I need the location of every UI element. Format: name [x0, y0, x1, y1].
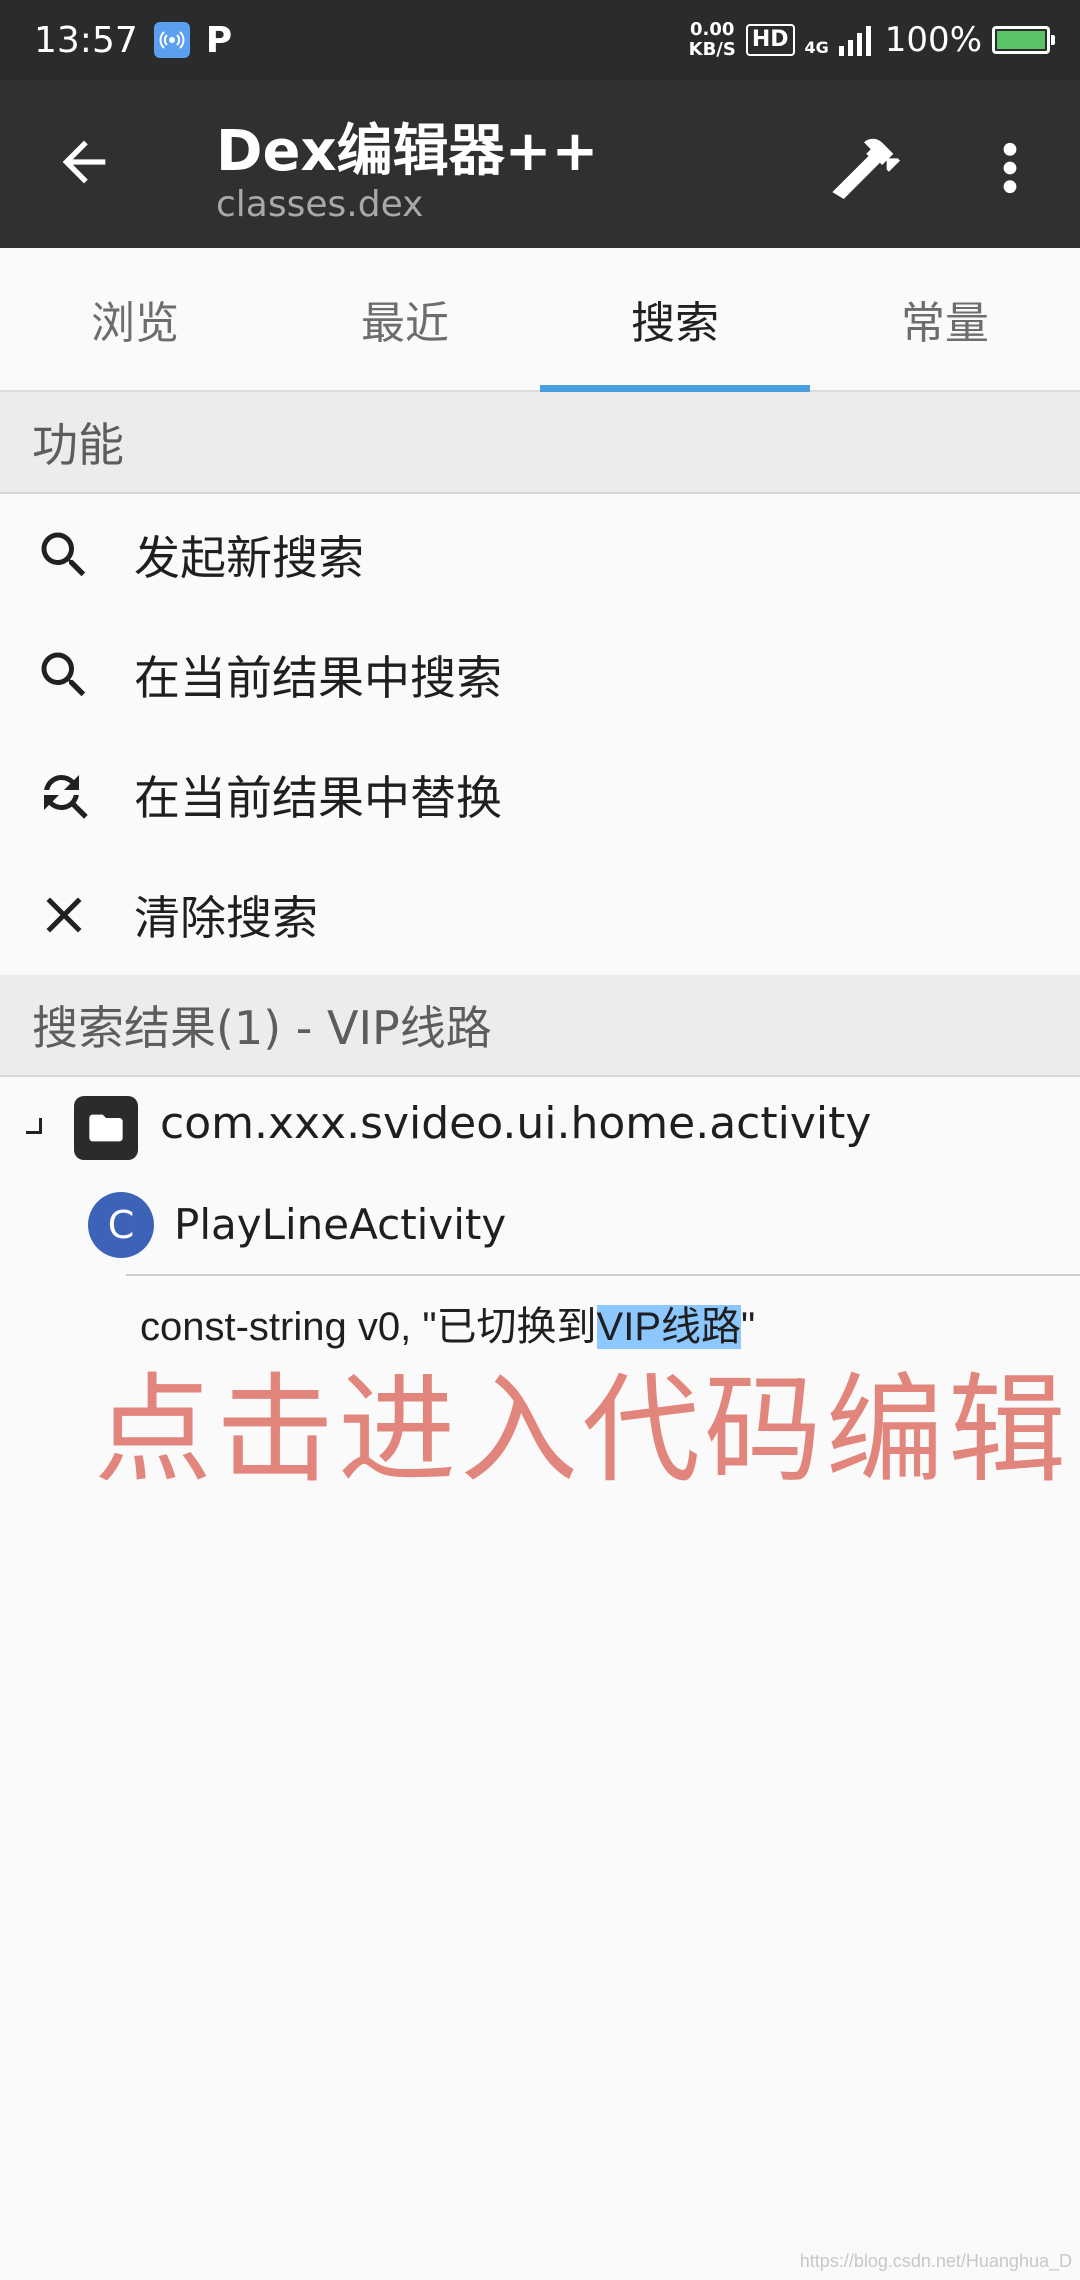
collapse-icon[interactable] [26, 1118, 42, 1134]
menu-item-new-search[interactable]: 发起新搜索 [0, 495, 1080, 615]
menu-label: 发起新搜索 [134, 531, 364, 585]
back-arrow-icon[interactable] [52, 130, 116, 194]
class-name: PlayLineActivity [174, 1200, 507, 1249]
tab-bar: 浏览 最近 搜索 常量 [0, 248, 1080, 392]
network-speed: 0.00 KB/S [689, 20, 736, 60]
menu-item-replace-in-results[interactable]: 在当前结果中替换 [0, 735, 1080, 855]
hotspot-icon [153, 22, 190, 58]
status-right: 0.00 KB/S HD 4G 100% [689, 20, 1055, 60]
app-subtitle: classes.dex [216, 184, 424, 225]
menu-label: 在当前结果中替换 [134, 771, 502, 825]
network-type: 4G [804, 38, 829, 57]
annotation-overlay: 点击进入代码编辑 [94, 1361, 1071, 1499]
watermark: https://blog.csdn.net/Huanghua_D [799, 2251, 1072, 2271]
battery-icon [992, 26, 1055, 54]
menu-item-clear-search[interactable]: 清除搜索 [0, 855, 1080, 975]
class-badge: C [88, 1192, 154, 1258]
functions-header: 功能 [0, 392, 1080, 494]
speed-unit: KB/S [688, 39, 736, 60]
more-vert-icon[interactable] [986, 136, 1034, 200]
tree-class-row[interactable]: C PlayLineActivity [0, 1192, 1080, 1262]
tree-package-row[interactable]: com.xxx.svideo.ui.home.activity [0, 1082, 1080, 1174]
results-header: 搜索结果(1) - VIP线路 [0, 975, 1080, 1077]
app-title: Dex编辑器++ [216, 119, 599, 184]
package-name: com.xxx.svideo.ui.home.activity [160, 1098, 872, 1149]
close-icon [46, 897, 82, 933]
search-icon [41, 652, 86, 697]
battery-fill [997, 31, 1045, 49]
status-time: 13:57 [34, 19, 138, 61]
hammer-icon[interactable] [826, 130, 902, 206]
tab-search[interactable]: 搜索 [540, 248, 810, 392]
tab-recent[interactable]: 最近 [270, 248, 540, 390]
status-left: 13:57 P [34, 20, 232, 61]
status-bar: 13:57 P 0.00 KB/S HD 4G 100% [0, 0, 1080, 80]
speed-value: 0.00 [690, 19, 735, 40]
p-badge: P [205, 19, 233, 61]
menu-item-search-in-results[interactable]: 在当前结果中搜索 [0, 615, 1080, 735]
tab-browse[interactable]: 浏览 [0, 248, 270, 390]
search-replace-icon [44, 775, 88, 819]
battery-percent: 100% [884, 20, 982, 60]
app-bar: Dex编辑器++ classes.dex [0, 80, 1080, 248]
search-icon [41, 532, 86, 577]
hd-badge: HD [745, 24, 795, 56]
divider [126, 1274, 1080, 1276]
tab-constants[interactable]: 常量 [810, 248, 1080, 390]
signal-icon [838, 26, 871, 56]
menu-label: 在当前结果中搜索 [134, 651, 502, 705]
folder-icon [74, 1096, 138, 1160]
menu-label: 清除搜索 [134, 891, 318, 945]
